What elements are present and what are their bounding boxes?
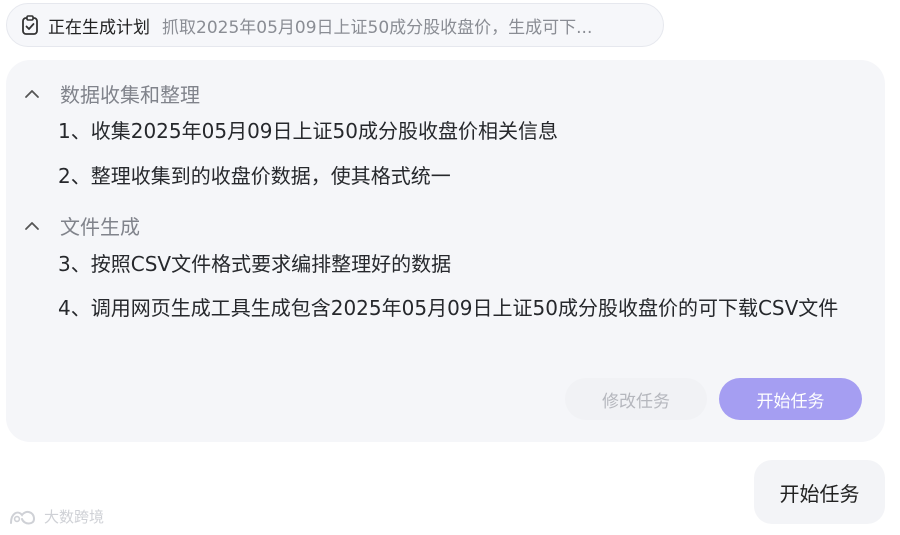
chevron-up-icon[interactable] — [24, 220, 40, 232]
plan-step: 2、整理收集到的收盘价数据，使其格式统一 — [58, 164, 451, 188]
section-title: 文件生成 — [60, 215, 140, 239]
watermark-text: 大数跨境 — [44, 508, 105, 526]
section-title: 数据收集和整理 — [60, 83, 200, 107]
plan-step: 3、按照CSV文件格式要求编排整理好的数据 — [58, 252, 452, 276]
plan-step: 1、收集2025年05月09日上证50成分股收盘价相关信息 — [58, 119, 558, 143]
modify-task-button[interactable]: 修改任务 — [565, 378, 707, 420]
plan-status-pill[interactable]: 正在生成计划 抓取2025年05月09日上证50成分股收盘价，生成可下... — [6, 3, 664, 47]
status-detail: 抓取2025年05月09日上证50成分股收盘价，生成可下... — [162, 17, 593, 38]
chevron-up-icon[interactable] — [24, 88, 40, 100]
clipboard-check-icon — [22, 15, 38, 35]
status-label: 正在生成计划 — [48, 17, 150, 38]
watermark: 大数跨境 — [8, 506, 104, 527]
brand-logo-icon — [10, 510, 36, 524]
user-message-text: 开始任务 — [779, 481, 860, 506]
start-task-button[interactable]: 开始任务 — [719, 378, 862, 420]
section-header-file-generation[interactable]: 文件生成 — [24, 211, 140, 240]
plan-card: 数据收集和整理 1、收集2025年05月09日上证50成分股收盘价相关信息 2、… — [6, 60, 885, 442]
plan-step: 4、调用网页生成工具生成包含2025年05月09日上证50成分股收盘价的可下载C… — [58, 296, 839, 320]
section-header-data-collection[interactable]: 数据收集和整理 — [24, 79, 200, 108]
user-message-bubble: 开始任务 — [754, 460, 885, 524]
